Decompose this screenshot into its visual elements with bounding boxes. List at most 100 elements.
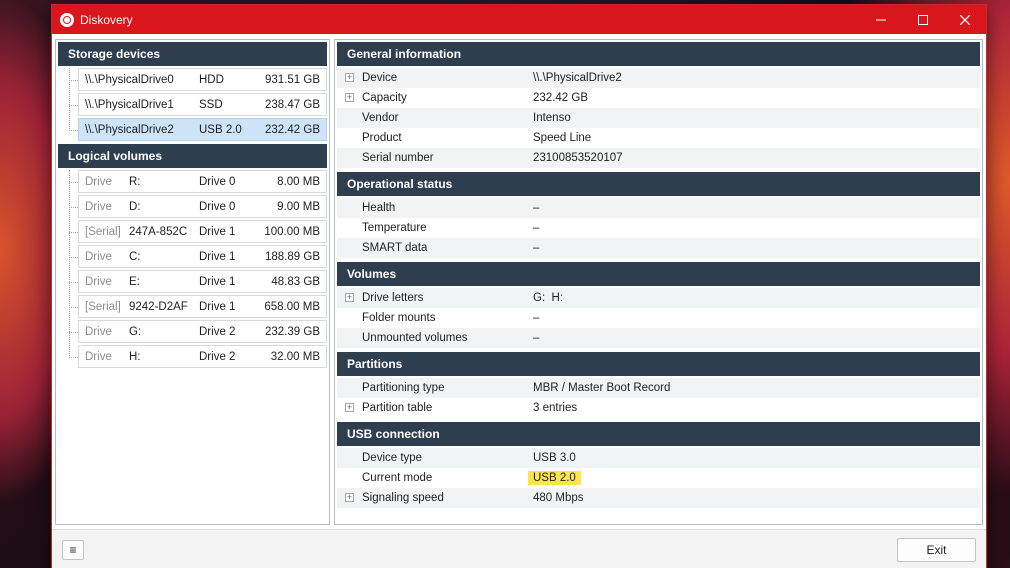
expand-icon[interactable]: +: [345, 93, 354, 102]
volume-size: 100.00 MB: [264, 225, 320, 238]
volume-kind: Drive: [85, 275, 112, 288]
operational-status-section: Health – Temperature – SMART data –: [335, 196, 982, 260]
property-row-current-mode: Current mode USB 2.0: [337, 468, 980, 488]
volumes-section: + Drive letters G: H: Folder mounts – Un…: [335, 286, 982, 350]
app-logo-icon: [60, 12, 74, 27]
property-key: Capacity: [362, 92, 407, 104]
window-controls: [860, 5, 986, 34]
property-row-device-type: Device type USB 3.0: [337, 448, 980, 468]
expand-icon[interactable]: +: [345, 293, 354, 302]
volume-drive: Drive 1: [199, 275, 236, 288]
volume-drive: Drive 0: [199, 175, 236, 188]
hamburger-icon: ≡: [69, 543, 77, 557]
property-value: Speed Line: [533, 132, 592, 144]
menu-button[interactable]: ≡: [62, 540, 84, 560]
property-key: Temperature: [362, 222, 427, 234]
device-type: HDD: [199, 73, 224, 86]
volume-id: G:: [129, 325, 142, 338]
storage-device-row-selected[interactable]: \\.\PhysicalDrive2 USB 2.0 232.42 GB: [69, 118, 327, 141]
device-type: USB 2.0: [199, 123, 242, 136]
property-row-temperature: Temperature –: [337, 218, 980, 238]
property-row-serial-number: Serial number 23100853520107: [337, 148, 980, 168]
storage-devices-header: Storage devices: [58, 42, 327, 66]
volume-row[interactable]: Drive G: Drive 2 232.39 GB: [69, 320, 327, 343]
volume-row[interactable]: Drive H: Drive 2 32.00 MB: [69, 345, 327, 368]
property-row-vendor: Vendor Intenso: [337, 108, 980, 128]
volume-size: 188.89 GB: [265, 250, 320, 263]
partitions-section: Partitioning type MBR / Master Boot Reco…: [335, 376, 982, 420]
storage-device-row[interactable]: \\.\PhysicalDrive0 HDD 931.51 GB: [69, 68, 327, 91]
volume-drive: Drive 0: [199, 200, 236, 213]
property-value: –: [533, 222, 540, 234]
volume-kind: [Serial]: [85, 225, 121, 238]
volume-row[interactable]: [Serial] 247A-852C Drive 1 100.00 MB: [69, 220, 327, 243]
expand-icon[interactable]: +: [345, 493, 354, 502]
general-information-section: + Device \\.\PhysicalDrive2 + Capacity 2…: [335, 66, 982, 170]
storage-device-row[interactable]: \\.\PhysicalDrive1 SSD 238.47 GB: [69, 93, 327, 116]
property-row-health: Health –: [337, 198, 980, 218]
property-value-wrapper: USB 2.0: [528, 471, 581, 485]
property-row-capacity[interactable]: + Capacity 232.42 GB: [337, 88, 980, 108]
volume-row[interactable]: Drive D: Drive 0 9.00 MB: [69, 195, 327, 218]
property-key: Partition table: [362, 402, 433, 414]
exit-button[interactable]: Exit: [897, 538, 976, 562]
volume-size: 32.00 MB: [270, 350, 320, 363]
storage-device-list: \\.\PhysicalDrive0 HDD 931.51 GB \\.\Phy…: [66, 68, 329, 141]
device-tree-panel: Storage devices \\.\PhysicalDrive0 HDD 9…: [55, 39, 330, 525]
operational-status-header: Operational status: [337, 172, 980, 196]
property-row-device[interactable]: + Device \\.\PhysicalDrive2: [337, 68, 980, 88]
volume-kind: Drive: [85, 175, 112, 188]
volume-id: C:: [129, 250, 141, 263]
property-value: –: [533, 242, 540, 254]
volume-id: 247A-852C: [129, 225, 188, 238]
volume-row[interactable]: Drive E: Drive 1 48.83 GB: [69, 270, 327, 293]
volume-size: 9.00 MB: [277, 200, 320, 213]
property-key: Device type: [362, 452, 423, 464]
property-value: Intenso: [533, 112, 571, 124]
expand-icon[interactable]: +: [345, 73, 354, 82]
minimize-icon: [876, 19, 886, 20]
volume-row[interactable]: [Serial] 9242-D2AF Drive 1 658.00 MB: [69, 295, 327, 318]
property-value: 480 Mbps: [533, 492, 584, 504]
volume-kind: Drive: [85, 350, 112, 363]
volume-id: R:: [129, 175, 141, 188]
volume-id: E:: [129, 275, 140, 288]
device-size: 232.42 GB: [265, 123, 320, 136]
volume-id: H:: [129, 350, 141, 363]
volume-drive: Drive 1: [199, 225, 236, 238]
close-button[interactable]: [944, 5, 986, 34]
property-row-signaling-speed[interactable]: + Signaling speed 480 Mbps: [337, 488, 980, 508]
property-row-unmounted-volumes: Unmounted volumes –: [337, 328, 980, 348]
minimize-button[interactable]: [860, 5, 902, 34]
title-bar[interactable]: Diskovery: [52, 5, 986, 34]
expand-icon[interactable]: +: [345, 403, 354, 412]
property-row-folder-mounts: Folder mounts –: [337, 308, 980, 328]
property-row-drive-letters[interactable]: + Drive letters G: H:: [337, 288, 980, 308]
property-value: –: [533, 332, 540, 344]
app-title: Diskovery: [80, 12, 133, 27]
maximize-button[interactable]: [902, 5, 944, 34]
volume-row[interactable]: Drive C: Drive 1 188.89 GB: [69, 245, 327, 268]
volume-row[interactable]: Drive R: Drive 0 8.00 MB: [69, 170, 327, 193]
device-name: \\.\PhysicalDrive2: [85, 123, 174, 136]
property-value: –: [533, 202, 540, 214]
volume-id: D:: [129, 200, 141, 213]
device-size: 238.47 GB: [265, 98, 320, 111]
close-icon: [960, 14, 970, 25]
maximize-icon: [918, 14, 928, 25]
usb-connection-section: Device type USB 3.0 Current mode USB 2.0…: [335, 446, 982, 510]
property-value: 232.42 GB: [533, 92, 588, 104]
property-value: \\.\PhysicalDrive2: [533, 72, 622, 84]
property-row-partition-table[interactable]: + Partition table 3 entries: [337, 398, 980, 418]
property-key: Device: [362, 72, 398, 84]
volume-size: 48.83 GB: [271, 275, 320, 288]
logical-volumes-header: Logical volumes: [58, 144, 327, 168]
volume-drive: Drive 1: [199, 250, 236, 263]
property-value: USB 3.0: [533, 452, 576, 464]
volume-kind: Drive: [85, 325, 112, 338]
property-key: Health: [362, 202, 396, 214]
volumes-header: Volumes: [337, 262, 980, 286]
volume-drive: Drive 2: [199, 325, 236, 338]
volume-drive: Drive 2: [199, 350, 236, 363]
volume-kind: Drive: [85, 250, 112, 263]
